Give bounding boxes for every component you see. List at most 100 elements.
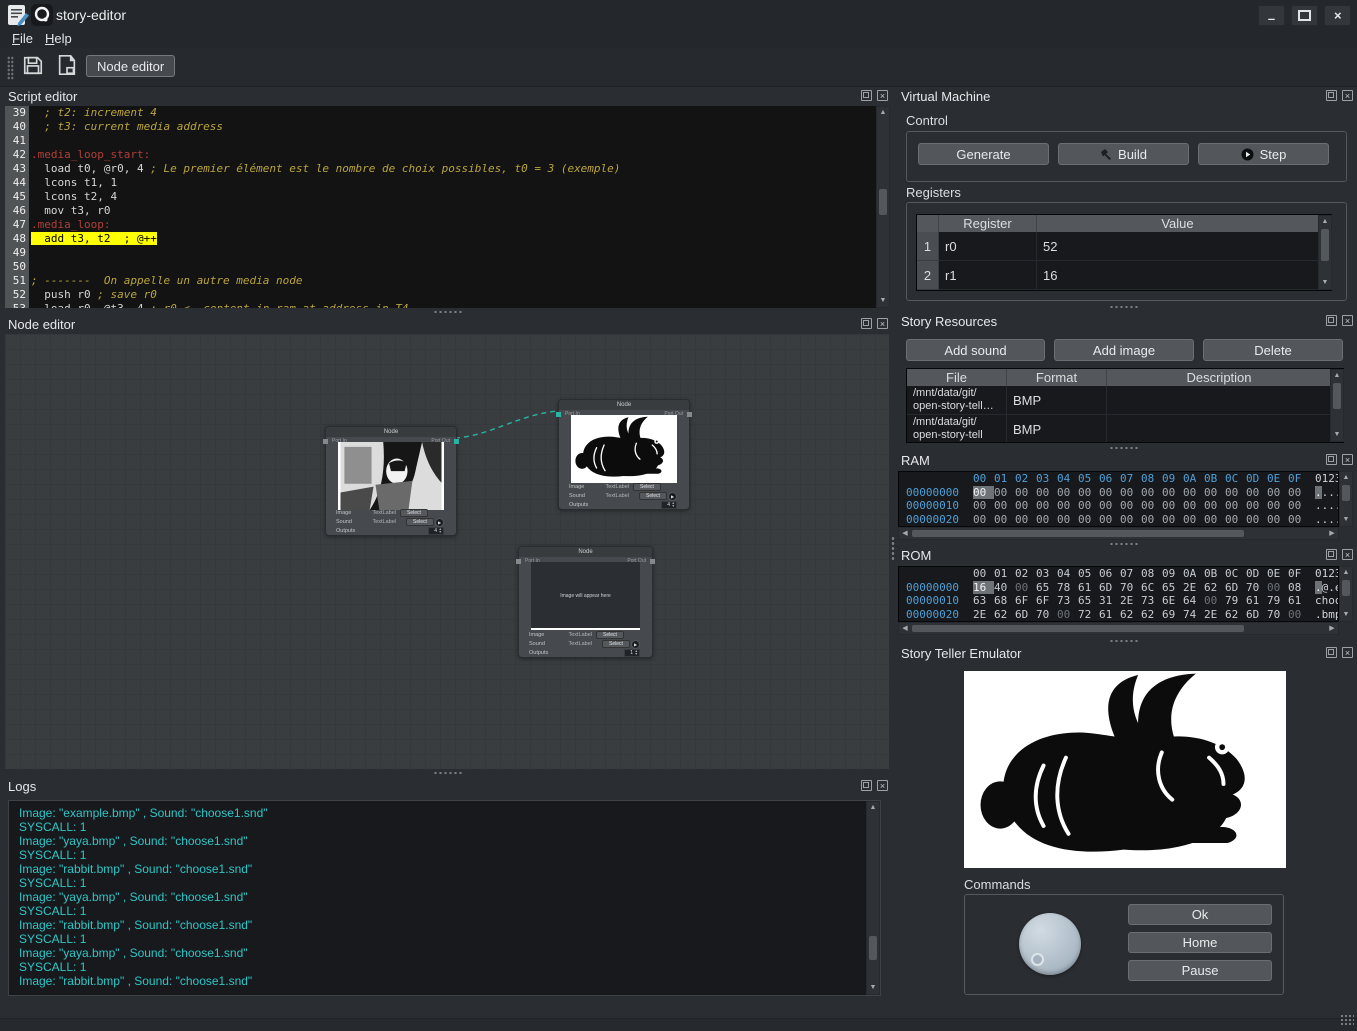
description-cell[interactable] [1107, 386, 1332, 415]
hex-byte[interactable]: 6D [1015, 608, 1036, 622]
hex-byte[interactable]: 00 [1267, 499, 1288, 513]
scroll-up-icon[interactable]: ▲ [1319, 216, 1331, 228]
select-image-button[interactable]: Select [596, 631, 624, 639]
spin-down-icon[interactable]: ▼ [672, 505, 675, 509]
scroll-thumb[interactable] [912, 530, 1244, 537]
hex-byte[interactable]: 6D [1246, 608, 1267, 622]
close-panel-icon[interactable]: × [877, 318, 888, 329]
wheel-knob[interactable] [1019, 913, 1081, 975]
hex-byte[interactable]: 00 [1162, 486, 1183, 500]
format-cell[interactable]: BMP [1007, 415, 1107, 443]
add-image-button[interactable]: Add image [1054, 339, 1194, 361]
scroll-down-icon[interactable]: ▼ [1331, 429, 1343, 441]
close-button[interactable]: × [1324, 5, 1351, 26]
scroll-thumb[interactable] [869, 936, 877, 960]
splitter-handle[interactable] [1109, 639, 1139, 643]
hex-byte[interactable]: 00 [1267, 486, 1288, 500]
hex-byte[interactable]: 61 [1099, 608, 1120, 622]
float-panel-icon[interactable] [1326, 90, 1337, 101]
hex-byte[interactable]: 62 [1141, 608, 1162, 622]
hex-byte[interactable]: 62 [1120, 608, 1141, 622]
hex-byte[interactable]: 00 [973, 499, 994, 513]
vertical-splitter-handle[interactable] [891, 536, 895, 562]
column-header-format[interactable]: Format [1007, 369, 1107, 386]
hex-byte[interactable]: 78 [1057, 581, 1078, 595]
hex-byte[interactable]: 00 [1225, 486, 1246, 500]
scroll-left-icon[interactable]: ◀ [899, 623, 911, 635]
scroll-right-icon[interactable]: ▶ [1326, 623, 1338, 635]
hex-byte[interactable]: 00 [1246, 499, 1267, 513]
hex-byte[interactable]: 00 [1204, 513, 1225, 527]
close-panel-icon[interactable]: × [1342, 549, 1353, 560]
hex-byte[interactable]: 2E [973, 608, 994, 622]
register-value-cell[interactable]: 52 [1037, 232, 1319, 261]
port-out-connector[interactable] [687, 412, 692, 417]
port-out-connector[interactable] [454, 439, 459, 444]
hex-byte[interactable]: 00 [1267, 513, 1288, 527]
story-node-1[interactable]: NodePort InPort Out ImageTextLabelSelect… [325, 426, 457, 536]
hex-byte[interactable]: 00 [1120, 486, 1141, 500]
hex-byte[interactable]: 00 [1099, 486, 1120, 500]
script-editor[interactable]: 394041424344454647484950515253 ; t2: inc… [5, 106, 876, 308]
hex-byte[interactable]: 00 [1015, 499, 1036, 513]
play-sound-button[interactable]: ▶ [435, 518, 444, 527]
hex-byte[interactable]: 08 [1288, 581, 1309, 595]
scroll-up-icon[interactable]: ▲ [877, 107, 889, 119]
column-header-register[interactable]: Register [939, 215, 1037, 232]
hex-byte[interactable]: 6E [1162, 594, 1183, 608]
generate-button[interactable]: Generate [918, 143, 1049, 165]
hex-byte[interactable]: 62 [1225, 608, 1246, 622]
hex-byte[interactable]: 61 [1288, 594, 1309, 608]
scroll-thumb[interactable] [1342, 485, 1350, 501]
splitter-handle[interactable] [433, 310, 463, 314]
select-sound-button[interactable]: Select [602, 640, 630, 648]
hex-byte[interactable]: 70 [1036, 608, 1057, 622]
hex-byte[interactable]: 65 [1162, 581, 1183, 595]
hex-byte[interactable]: 00 [1057, 499, 1078, 513]
spin-down-icon[interactable]: ▼ [439, 531, 442, 535]
float-panel-icon[interactable] [1326, 549, 1337, 560]
hex-byte[interactable]: 00 [1162, 499, 1183, 513]
minimize-button[interactable]: – [1258, 5, 1285, 26]
hex-byte[interactable]: 2E [1183, 581, 1204, 595]
scroll-up-icon[interactable]: ▲ [1331, 370, 1343, 382]
hex-byte[interactable]: 00 [1057, 513, 1078, 527]
build-button[interactable]: Build [1058, 143, 1189, 165]
hex-byte[interactable]: 00 [1288, 513, 1309, 527]
hex-byte[interactable]: 00 [1141, 513, 1162, 527]
hex-byte[interactable]: 62 [994, 608, 1015, 622]
hex-byte[interactable]: 72 [1078, 608, 1099, 622]
scroll-thumb[interactable] [879, 189, 887, 215]
new-file-icon[interactable] [56, 54, 78, 78]
hex-byte[interactable]: 00 [1015, 581, 1036, 595]
menu-help[interactable]: Help [45, 31, 72, 46]
float-panel-icon[interactable] [1326, 647, 1337, 658]
hex-byte[interactable]: 00 [1204, 499, 1225, 513]
hex-byte[interactable]: 70 [1267, 608, 1288, 622]
scroll-thumb[interactable] [1342, 580, 1350, 596]
hex-byte[interactable]: 00 [994, 513, 1015, 527]
hex-byte[interactable]: 00 [1183, 513, 1204, 527]
hex-byte[interactable]: 00 [1204, 486, 1225, 500]
hex-byte[interactable]: 16 [973, 581, 994, 595]
hex-byte[interactable]: 70 [1120, 581, 1141, 595]
splitter-handle[interactable] [1109, 446, 1139, 450]
hex-byte[interactable]: 00 [1120, 499, 1141, 513]
hex-byte[interactable]: 00 [1183, 499, 1204, 513]
hex-byte[interactable]: 00 [1225, 499, 1246, 513]
float-panel-icon[interactable] [861, 90, 872, 101]
spin-down-icon[interactable]: ▼ [635, 653, 638, 657]
port-out-connector[interactable] [650, 559, 655, 564]
hex-byte[interactable]: 00 [1246, 513, 1267, 527]
close-panel-icon[interactable]: × [1342, 454, 1353, 465]
float-panel-icon[interactable] [1326, 454, 1337, 465]
port-in-connector[interactable] [556, 412, 561, 417]
hex-byte[interactable]: 61 [1078, 581, 1099, 595]
hex-byte[interactable]: 00 [1015, 486, 1036, 500]
scroll-up-icon[interactable]: ▲ [1340, 472, 1352, 484]
hex-byte[interactable]: 6D [1225, 581, 1246, 595]
hex-byte[interactable]: 73 [1141, 594, 1162, 608]
hex-byte[interactable]: 2E [1120, 594, 1141, 608]
float-panel-icon[interactable] [861, 318, 872, 329]
hex-byte[interactable]: 00 [1162, 513, 1183, 527]
